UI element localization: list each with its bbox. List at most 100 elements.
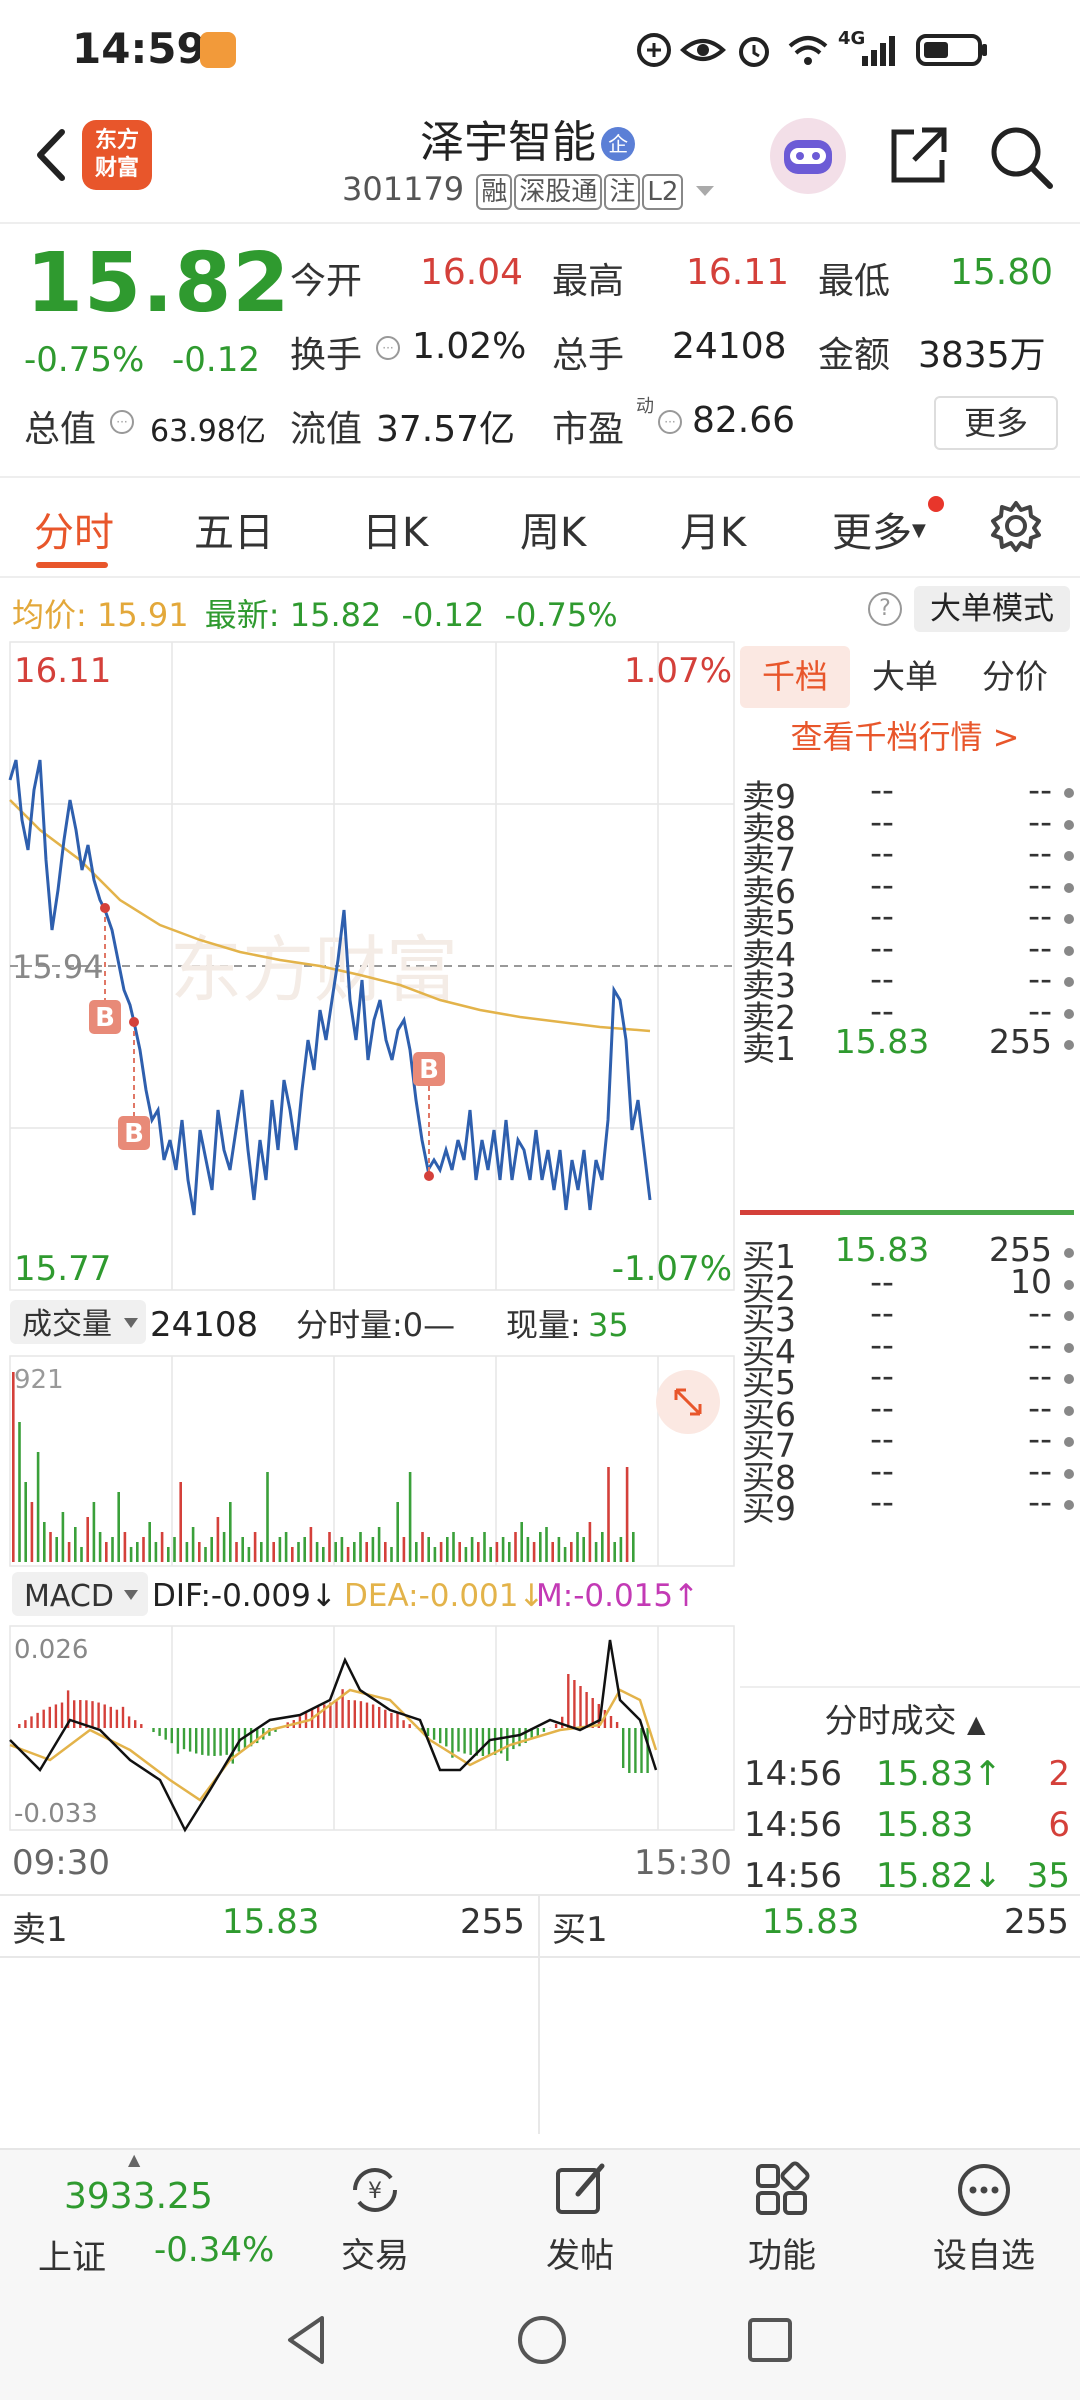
brand-logo-line1: 东方 (94, 128, 139, 153)
level1-bid-volume: 255 (1004, 1902, 1069, 1942)
system-home-icon[interactable] (514, 2312, 570, 2368)
amount-value: 3835万 (918, 335, 1046, 376)
tab-daily-k[interactable]: 日K (362, 500, 428, 558)
brand-logo[interactable]: 东方 财富 (82, 120, 152, 190)
macd-bar (24, 1720, 27, 1728)
share-button[interactable] (884, 122, 952, 190)
volume-max-label: 921 (14, 1365, 64, 1395)
caret-down-icon[interactable] (694, 184, 716, 198)
macd-bar (195, 1728, 198, 1754)
volume-bar (136, 1542, 139, 1562)
volume-bar (501, 1537, 505, 1562)
open-value: 16.04 (420, 252, 524, 293)
macd-bar (384, 1709, 387, 1728)
tab-weekly-k[interactable]: 周K (520, 500, 586, 558)
market-cap-label: 总值 (24, 409, 97, 450)
volume-bar (365, 1542, 368, 1562)
tab-five-day[interactable]: 五日 (194, 500, 274, 558)
macd-bar (463, 1728, 466, 1754)
volume-bar (148, 1522, 151, 1562)
tab-intraday[interactable]: 分时 (34, 500, 114, 558)
tab-more[interactable]: 更多▼ (832, 500, 926, 558)
system-recents-icon[interactable] (744, 2314, 796, 2366)
volume-bar (253, 1532, 257, 1562)
volume-bar (204, 1547, 207, 1562)
current-volume-value: 35 (588, 1306, 629, 1344)
volume-bar (328, 1532, 331, 1562)
macd-bar (201, 1728, 204, 1755)
order-book-tabs: 千档 大单 分价 (740, 646, 1070, 708)
back-button[interactable] (22, 120, 82, 190)
info-icon[interactable]: ··· (108, 408, 136, 436)
volume-bar (532, 1542, 536, 1562)
tab-depth[interactable]: 千档 (740, 646, 850, 708)
volume-bar (464, 1547, 468, 1562)
tab-price-distribution[interactable]: 分价 (960, 646, 1070, 708)
price-info-row: 均价: 15.91 最新: 15.82 -0.12 -0.75% (12, 590, 618, 636)
help-icon[interactable]: ? (868, 592, 902, 626)
index-name[interactable]: 上证 (38, 2230, 106, 2279)
macd-bar (396, 1711, 399, 1728)
tag-margin: 融 (476, 174, 513, 210)
macd-bar (353, 1700, 356, 1728)
nav-trade[interactable]: ¥ 交易 (305, 2160, 445, 2277)
macd-bar (158, 1728, 161, 1736)
stock-code: 301179 (342, 170, 465, 208)
turnover-label: 换手 (290, 335, 363, 376)
tab-big-order[interactable]: 大单 (850, 646, 960, 708)
bid-strength-bar (840, 1210, 1074, 1215)
nav-add-watchlist[interactable]: 设自选 (914, 2160, 1054, 2277)
big-order-mode-button[interactable]: 大单模式 (914, 586, 1070, 632)
macd-bar (182, 1728, 186, 1750)
info-icon[interactable]: ··· (374, 334, 402, 362)
avg-price-value: 15.91 (96, 596, 189, 634)
gear-icon[interactable] (988, 498, 1044, 554)
volume-bar (309, 1527, 313, 1562)
volume-bar (173, 1537, 176, 1562)
volume-bar (625, 1467, 629, 1562)
bid-level-row[interactable]: 买9 -- -- (742, 1482, 1074, 1530)
nav-post[interactable]: 发帖 (510, 2160, 650, 2277)
ticks-header[interactable]: 分时成交 ▲ (740, 1694, 1070, 1742)
bid-level-label: 买9 (742, 1489, 796, 1529)
data-saver-icon (637, 33, 671, 67)
system-back-icon[interactable] (282, 2312, 332, 2368)
notification-dot (928, 496, 944, 512)
volume-bar (55, 1537, 58, 1562)
more-quote-button[interactable]: 更多 (934, 396, 1058, 450)
ask-level-row[interactable]: 卖1 15.83 255 (742, 1022, 1074, 1070)
sort-up-icon: ▲ (967, 1710, 986, 1738)
robot-icon (784, 140, 832, 174)
intraday-chart[interactable]: 东方财富 B B B 16.11 1.07% 15.94 15.77 -1.07… (0, 640, 736, 1884)
stock-title: 泽宇智能 企 (420, 106, 636, 170)
open-label: 今开 (290, 261, 363, 302)
view-depth-link[interactable]: 查看千档行情 > (740, 712, 1070, 758)
assistant-avatar[interactable] (770, 118, 846, 194)
market-cap-value: 63.98亿 (150, 414, 266, 449)
macd-bar (615, 1722, 619, 1728)
index-value[interactable]: 3933.25 (64, 2176, 213, 2217)
volume-bar (601, 1532, 604, 1562)
level-dot (1064, 1279, 1074, 1290)
signal-icon (862, 36, 895, 66)
volume-bar (80, 1547, 83, 1562)
system-nav-bar (0, 2282, 1080, 2400)
high-label: 最高 (552, 261, 625, 302)
search-button[interactable] (986, 122, 1056, 192)
volume-bar (470, 1537, 474, 1562)
level1-bid-label: 买1 (552, 1910, 608, 1950)
nav-trade-label: 交易 (341, 2236, 409, 2276)
info-icon[interactable]: ··· (656, 408, 684, 436)
index-expand-caret-icon[interactable]: ▲ (128, 2150, 140, 2169)
macd-bar (48, 1706, 51, 1728)
volume-bar (179, 1482, 182, 1562)
svg-text:···: ··· (664, 415, 675, 429)
volume-bar (49, 1532, 52, 1562)
level-dot (1064, 1342, 1074, 1353)
macd-bar (225, 1728, 228, 1755)
tab-monthly-k[interactable]: 月K (680, 500, 746, 558)
volume-bar (415, 1542, 418, 1562)
macd-bar (115, 1709, 119, 1728)
macd-bar (85, 1700, 88, 1728)
nav-functions[interactable]: 功能 (712, 2160, 852, 2277)
